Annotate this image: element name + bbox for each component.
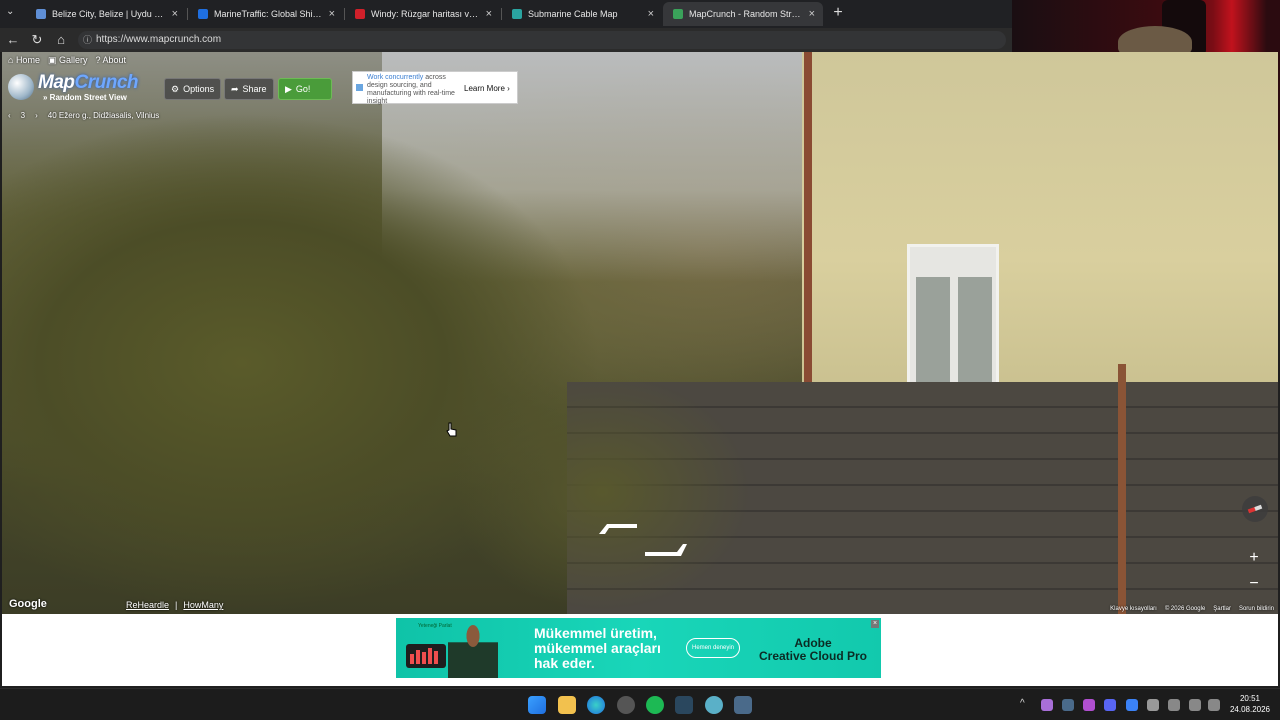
ad-brand-text: Yeteneği Parlat [418, 623, 452, 629]
windows-start-icon[interactable] [528, 696, 546, 714]
edge-browser-icon[interactable] [587, 696, 605, 714]
back-arrow-icon[interactable]: ← [5, 32, 21, 48]
home-link[interactable]: ⌂ Home [8, 55, 40, 66]
tab-windy[interactable]: Windy: Rüzgar haritası ve hava tah × [345, 2, 500, 26]
home-icon[interactable]: ⌂ [53, 32, 69, 48]
mapcrunch-logo[interactable]: MapCrunch » Random Street View [8, 72, 148, 104]
new-tab-plus-icon[interactable]: + [830, 4, 846, 22]
file-explorer-icon[interactable] [558, 696, 576, 714]
clock-time: 20:51 [1239, 694, 1261, 703]
share-button[interactable]: ➦ Share [224, 78, 274, 100]
compass-icon[interactable] [1242, 496, 1268, 522]
ad-product-name: Adobe Creative Cloud Pro [758, 636, 868, 663]
gallery-link[interactable]: ▣ Gallery [48, 55, 88, 66]
tab-submarine-cable[interactable]: Submarine Cable Map × [502, 2, 662, 26]
tray-app-icon[interactable] [1041, 699, 1053, 711]
address-bar[interactable]: ⓘ https://www.mapcrunch.com [78, 31, 1006, 49]
ad-close-icon[interactable]: × [871, 620, 879, 628]
go-button[interactable]: ▶ Go! [278, 78, 332, 100]
show-hidden-icons-chevron-icon[interactable]: ^ [1020, 698, 1025, 709]
tray-discord-icon[interactable] [1104, 699, 1116, 711]
about-link[interactable]: ? About [95, 55, 126, 66]
calculator-icon[interactable] [734, 696, 752, 714]
clock-date: 24.08.2026 [1229, 705, 1271, 714]
spotify-icon[interactable] [646, 696, 664, 714]
street-view-panorama[interactable] [2, 52, 1278, 614]
mapcrunch-icon [673, 9, 683, 19]
house-window [907, 244, 999, 394]
reload-icon[interactable]: ↻ [29, 32, 45, 48]
ad-headline: Mükemmel üretim, mükemmel araçları hak e… [534, 625, 661, 671]
microphone-icon[interactable] [1147, 699, 1159, 711]
tab-mapcrunch[interactable]: MapCrunch - Random Street View × [663, 2, 823, 26]
ad-person-image [448, 618, 498, 678]
gear-icon: ⚙ [171, 83, 180, 94]
globe-icon [8, 74, 34, 100]
top-banner-ad[interactable]: Work concurrently across design sourcing… [352, 71, 518, 105]
house-wall [802, 52, 1278, 397]
tray-obs-icon[interactable] [1083, 699, 1095, 711]
bottom-banner-ad[interactable]: Yeteneği Parlat Mükemmel üretim, mükemme… [396, 618, 881, 678]
globe-icon [36, 9, 46, 19]
zoom-in-icon[interactable]: + [1244, 548, 1264, 568]
fence-post [1118, 364, 1126, 614]
tray-steam-icon[interactable] [1062, 699, 1074, 711]
prev-arrow-icon[interactable]: ‹ [8, 111, 11, 120]
browser-toolbar: ← ↻ ⌂ ⓘ https://www.mapcrunch.com [0, 28, 1012, 52]
marinetraffic-icon [198, 9, 208, 19]
volume-icon[interactable] [1208, 699, 1220, 711]
tab-list-chevron-icon[interactable]: ⌄ [6, 6, 14, 17]
location-bar: ‹ 3 › 40 Ežero g., Didžiasalis, Vilnius [8, 111, 159, 120]
street-nav-arrow-icon[interactable] [597, 520, 687, 560]
chatgpt-icon[interactable] [617, 696, 635, 714]
close-icon[interactable]: × [172, 8, 178, 20]
close-icon[interactable]: × [648, 8, 654, 20]
tab-title: Submarine Cable Map [528, 9, 618, 19]
copyright-text: © 2026 Google [1164, 606, 1206, 612]
terms-link[interactable]: Şartlar [1213, 606, 1231, 612]
location-count: 3 [20, 111, 26, 120]
system-clock[interactable]: 20:51 24.08.2026 [1224, 693, 1276, 715]
howmany-link[interactable]: HowMany [183, 600, 223, 610]
url-text: https://www.mapcrunch.com [96, 34, 222, 45]
tab-belize[interactable]: Belize City, Belize | Uydu ve radar × [26, 2, 186, 26]
footer-links: ReHeardle | HowMany [126, 600, 224, 610]
tab-title: Windy: Rüzgar haritası ve hava tah [371, 9, 480, 19]
mapcrunch-top-links: ⌂ Home ▣ Gallery ? About [8, 55, 126, 66]
tab-title: Belize City, Belize | Uydu ve radar [52, 9, 166, 19]
google-logo: Google [9, 598, 47, 610]
ad-cta-button[interactable]: Hemen deneyin [686, 638, 740, 658]
windy-icon [355, 9, 365, 19]
close-icon[interactable]: × [809, 8, 815, 20]
close-icon[interactable]: × [486, 8, 492, 20]
learn-more-link[interactable]: Learn More › [464, 84, 510, 93]
display-icon[interactable] [1189, 699, 1201, 711]
reheardle-link[interactable]: ReHeardle [126, 600, 169, 610]
app-globe-icon[interactable] [705, 696, 723, 714]
tab-title: MapCrunch - Random Street View [689, 9, 803, 19]
network-icon[interactable] [1168, 699, 1180, 711]
site-info-icon[interactable]: ⓘ [83, 31, 92, 49]
keyboard-shortcuts-link[interactable]: Klavye kısayolları [1110, 606, 1157, 612]
hand-cursor-icon [446, 422, 457, 437]
next-arrow-icon[interactable]: › [35, 111, 38, 120]
windows-taskbar: ^ 20:51 24.08.2026 [0, 688, 1280, 720]
ad-logo-icon [356, 84, 363, 91]
tab-title: MarineTraffic: Global Ship Tracking [214, 9, 323, 19]
zoom-out-icon[interactable]: − [1244, 574, 1264, 594]
location-address: 40 Ežero g., Didžiasalis, Vilnius [47, 111, 160, 120]
steam-icon[interactable] [675, 696, 693, 714]
tab-marinetraffic[interactable]: MarineTraffic: Global Ship Tracking × [188, 2, 343, 26]
close-icon[interactable]: × [329, 8, 335, 20]
bush-foliage [452, 372, 752, 612]
play-icon: ▶ [285, 83, 292, 94]
report-problem-link[interactable]: Sorun bildirin [1239, 606, 1274, 612]
cable-map-icon [512, 9, 522, 19]
share-arrow-icon: ➦ [231, 83, 239, 94]
logo-subtitle: » Random Street View [43, 93, 127, 102]
options-button[interactable]: ⚙ Options [164, 78, 222, 100]
map-attribution: Klavye kısayolları © 2026 Google Şartlar… [1110, 606, 1274, 612]
bluetooth-icon[interactable] [1126, 699, 1138, 711]
ad-chart-graphic [406, 644, 446, 668]
